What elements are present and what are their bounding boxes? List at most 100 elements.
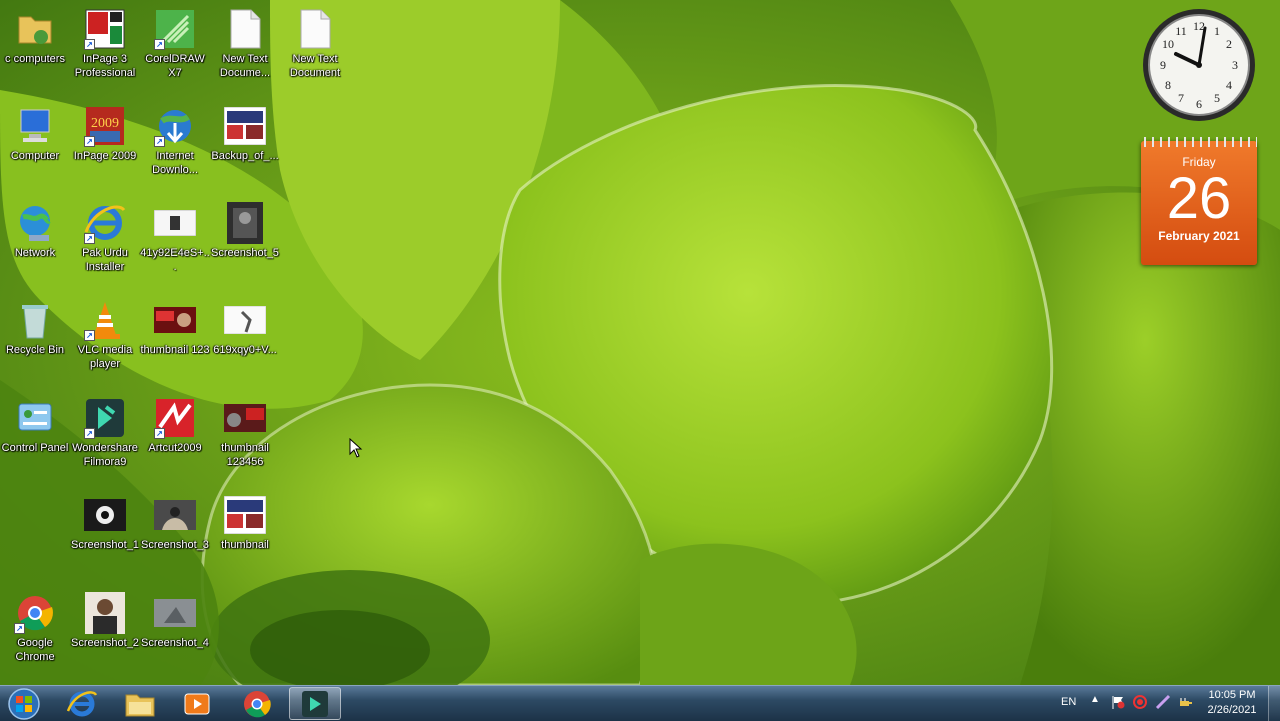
calendar-date: 26 [1166, 166, 1232, 231]
desktop-icon-screenshot2[interactable]: Screenshot_2 [70, 592, 140, 650]
desktop-icon-619xqy0[interactable]: 619xqy0+V... [210, 299, 280, 357]
icon-label: 619xqy0+V... [213, 344, 277, 356]
filmora-icon [302, 690, 328, 717]
desktop-icon-network[interactable]: Network [0, 202, 70, 260]
icon-label: New Text Docume... [219, 53, 271, 79]
record-icon[interactable] [1132, 694, 1148, 713]
shortcut-arrow-icon: ↗ [14, 623, 25, 634]
desktop-icon-google-chrome[interactable]: ↗ Google Chrome [0, 592, 70, 664]
icon-label: Screenshot_2 [71, 637, 139, 649]
desktop-icon-backup[interactable]: Backup_of_... [210, 105, 280, 163]
desktop-icon-screenshot5[interactable]: Screenshot_5 [210, 202, 280, 260]
desktop-icon-new-text-document-2[interactable]: New Text Document [280, 8, 350, 80]
image-thumbnail-icon [154, 494, 196, 536]
control-panel-icon [14, 397, 56, 439]
desktop-icon-idm[interactable]: ↗ Internet Downlo... [140, 105, 210, 177]
windows-logo-icon [8, 687, 40, 720]
shortcut-arrow-icon: ↗ [84, 136, 95, 147]
desktop-icon-pak-urdu-installer[interactable]: ↗ Pak Urdu Installer [70, 202, 140, 274]
computer-icon [14, 105, 56, 147]
desktop-icon-recycle-bin[interactable]: Recycle Bin [0, 299, 70, 357]
svg-text:4: 4 [1226, 78, 1232, 92]
taskbar-google-chrome[interactable] [231, 687, 283, 720]
icon-label: Screenshot_5 [211, 247, 279, 259]
inpage2009-icon: 2009 ↗ [84, 105, 126, 147]
desktop-icon-screenshot4[interactable]: Screenshot_4 [140, 592, 210, 650]
ie-icon [67, 690, 97, 716]
desktop-icon-41y92e4es[interactable]: 41y92E4eS+... [140, 202, 210, 274]
calendar-month: February 2021 [1158, 229, 1240, 243]
desktop-icon-computer[interactable]: Computer [0, 105, 70, 163]
pen-tablet-icon[interactable] [1155, 694, 1171, 713]
desktop-icon-thumbnail123456[interactable]: thumbnail 123456 [210, 397, 280, 469]
icon-label: Google Chrome [15, 637, 55, 663]
language-indicator[interactable]: EN [1061, 696, 1076, 708]
show-desktop-button[interactable] [1268, 686, 1280, 721]
icon-label: thumbnail 123456 [221, 442, 269, 468]
desktop-icon-screenshot1[interactable]: Screenshot_1 [70, 494, 140, 552]
inpage3-icon: ↗ [84, 8, 126, 50]
internet-explorer-icon: ↗ [84, 202, 126, 244]
desktop-icon-vlc[interactable]: ↗ VLC media player [70, 299, 140, 371]
clock-gadget[interactable]: 12 1 2 345 678 9 10 11 [1140, 6, 1258, 124]
desktop-icon-thumbnail123[interactable]: thumbnail 123 [140, 299, 210, 357]
image-thumbnail-icon [84, 592, 126, 634]
desktop-icon-new-text-document-1[interactable]: New Text Docume... [210, 8, 280, 80]
chrome-icon: ↗ [14, 592, 56, 634]
start-button[interactable] [4, 686, 44, 721]
internet-download-manager-icon: ↗ [154, 105, 196, 147]
chrome-icon [244, 690, 271, 717]
icon-label: Wondershare Filmora9 [72, 442, 138, 468]
desktop-icon-filmora[interactable]: ↗ Wondershare Filmora9 [70, 397, 140, 469]
icon-label: InPage 3 Professional [74, 53, 136, 79]
image-thumbnail-icon [224, 299, 266, 341]
icon-label: Screenshot_3 [141, 539, 209, 551]
image-thumbnail-icon [154, 299, 196, 341]
folder-icon [14, 8, 56, 50]
calendar-rings [1141, 137, 1257, 147]
desktop-icon-control-panel[interactable]: Control Panel [0, 397, 70, 455]
desktop-icon-computers-folder[interactable]: c computers [0, 8, 70, 66]
desktop-icon-inpage3[interactable]: ↗ InPage 3 Professional [70, 8, 140, 80]
desktop-icon-coreldraw[interactable]: ↗ CorelDRAW X7 [140, 8, 210, 80]
svg-text:9: 9 [1160, 58, 1166, 72]
svg-text:1: 1 [1214, 24, 1220, 38]
taskbar-clock[interactable]: 10:05 PM 2/26/2021 [1200, 688, 1264, 718]
icon-label: Control Panel [1, 442, 69, 454]
image-thumbnail-icon [224, 202, 266, 244]
taskbar: EN ▲ 10:05 PM 2/26/2021 [0, 685, 1280, 721]
coreldraw-icon: ↗ [154, 8, 196, 50]
taskbar-media-player[interactable] [171, 687, 223, 720]
shortcut-arrow-icon: ↗ [84, 428, 95, 439]
icon-label: Recycle Bin [5, 344, 65, 356]
icon-label: CorelDRAW X7 [145, 53, 205, 79]
icon-label: Artcut2009 [148, 442, 202, 454]
svg-text:2009: 2009 [91, 116, 119, 131]
desktop-icon-thumbnail[interactable]: thumbnail [210, 494, 280, 552]
show-hidden-icons-arrow-icon[interactable]: ▲ [1090, 694, 1100, 705]
taskbar-windows-explorer[interactable] [114, 687, 166, 720]
action-center-flag-icon[interactable] [1110, 694, 1126, 713]
taskbar-internet-explorer[interactable] [56, 687, 108, 720]
svg-text:7: 7 [1178, 91, 1184, 105]
image-thumbnail-icon [154, 592, 196, 634]
desktop-icon-inpage2009[interactable]: 2009 ↗ InPage 2009 [70, 105, 140, 163]
desktop-icon-screenshot3[interactable]: Screenshot_3 [140, 494, 210, 552]
taskbar-filmora[interactable] [289, 687, 341, 720]
icon-label: Computer [10, 150, 60, 162]
svg-text:3: 3 [1232, 58, 1238, 72]
network-globe-icon [14, 202, 56, 244]
icon-label: Backup_of_... [211, 150, 279, 162]
analog-clock-icon: 12 12 345 678 91011 [1143, 9, 1255, 121]
taskbar-date: 2/26/2021 [1207, 704, 1257, 716]
shortcut-arrow-icon: ↗ [84, 233, 95, 244]
taskbar-time: 10:05 PM [1208, 689, 1256, 701]
icon-label: InPage 2009 [73, 150, 137, 162]
desktop-icon-artcut2009[interactable]: ↗ Artcut2009 [140, 397, 210, 455]
svg-text:5: 5 [1214, 91, 1220, 105]
icon-label: c computers [5, 53, 65, 65]
svg-text:8: 8 [1165, 78, 1171, 92]
svg-text:11: 11 [1175, 24, 1187, 38]
power-plug-icon[interactable] [1177, 694, 1193, 713]
calendar-gadget[interactable]: Friday 26 February 2021 [1141, 137, 1257, 265]
